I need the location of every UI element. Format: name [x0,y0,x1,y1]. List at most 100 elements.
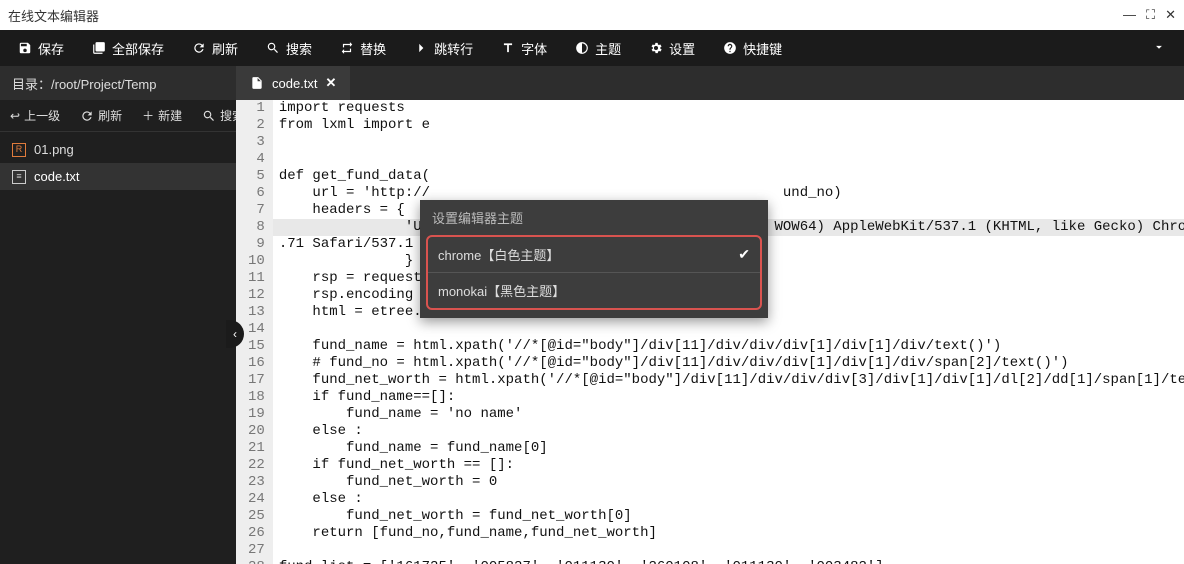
search-icon [266,41,280,55]
tab-code[interactable]: code.txt ✕ [236,66,350,100]
save-label: 保存 [38,39,64,58]
code-line[interactable]: def get_fund_data( [273,168,1184,185]
line-number: 7 [248,202,265,219]
tab-close-button[interactable]: ✕ [326,75,337,91]
goto-label: 跳转行 [434,39,473,58]
code-line[interactable] [273,542,1184,559]
line-number: 21 [248,440,265,457]
line-number: 2 [248,117,265,134]
code-line[interactable]: fund_name = html.xpath('//*[@id="body"]/… [273,338,1184,355]
code-editor[interactable]: 1234567891011121314151617181920212223242… [236,100,1184,564]
theme-option[interactable]: chrome【白色主题】✔ [428,237,760,273]
refresh-label: 刷新 [212,39,238,58]
code-line[interactable] [273,134,1184,151]
file-item[interactable]: R 01.png [0,136,236,163]
line-number: 24 [248,491,265,508]
shortcuts-label: 快捷键 [743,39,782,58]
sidebar-up-button[interactable]: ↩ 上一级 [0,100,70,131]
file-icon [250,76,264,90]
line-number: 3 [248,134,265,151]
file-name: code.txt [34,169,80,184]
refresh-icon [80,109,94,123]
help-icon [723,41,737,55]
code-line[interactable]: from lxml import e [273,117,1184,134]
title-bar: 在线文本编辑器 — ⛶ ✕ [0,0,1184,30]
code-line[interactable]: if fund_name==[]: [273,389,1184,406]
file-list: R 01.png ≡ code.txt [0,132,236,564]
code-line[interactable]: else : [273,423,1184,440]
window-title: 在线文本编辑器 [8,6,99,25]
settings-button[interactable]: 设置 [635,30,709,66]
maximize-button[interactable]: ⛶ [1146,7,1155,23]
code-area[interactable]: import requestsfrom lxml import e def get… [273,100,1184,564]
code-line[interactable] [273,321,1184,338]
sidebar-refresh-label: 刷新 [98,107,122,124]
code-line[interactable]: fund_net_worth = fund_net_worth[0] [273,508,1184,525]
popup-title: 设置编辑器主题 [420,200,768,235]
save-icon [18,41,32,55]
save-all-button[interactable]: 全部保存 [78,30,178,66]
shortcuts-button[interactable]: 快捷键 [709,30,796,66]
sidebar-toolbar: ↩ 上一级 刷新 ＋ 新建 搜索 [0,100,236,132]
popup-options: chrome【白色主题】✔monokai【黑色主题】 [426,235,762,310]
line-number: 22 [248,457,265,474]
search-button[interactable]: 搜索 [252,30,326,66]
search-icon [202,109,216,123]
code-line[interactable]: fund_name = 'no name' [273,406,1184,423]
code-line[interactable]: # fund_no = html.xpath('//*[@id="body"]/… [273,355,1184,372]
line-number: 28 [248,559,265,564]
line-number: 8 [248,219,265,236]
theme-button[interactable]: 主题 [561,30,635,66]
save-button[interactable]: 保存 [4,30,78,66]
path-label: 目录：/root/Project/Temp [0,66,236,100]
line-number: 4 [248,151,265,168]
line-number: 19 [248,406,265,423]
theme-option[interactable]: monokai【黑色主题】 [428,273,760,308]
file-item[interactable]: ≡ code.txt [0,163,236,190]
chevron-down-icon [1152,40,1166,54]
line-number: 20 [248,423,265,440]
code-line[interactable]: fund_net_worth = 0 [273,474,1184,491]
toolbar-more-button[interactable] [1138,40,1180,57]
code-line[interactable]: if fund_net_worth == []: [273,457,1184,474]
code-line[interactable]: fund_name = fund_name[0] [273,440,1184,457]
code-line[interactable]: fund_list = ['161725' '005827' '011130' … [273,559,1184,564]
file-name: 01.png [34,142,74,157]
line-number: 17 [248,372,265,389]
font-button[interactable]: 字体 [487,30,561,66]
replace-label: 替换 [360,39,386,58]
tab-filename: code.txt [272,76,318,91]
sidebar-refresh-button[interactable]: 刷新 [70,100,132,131]
goto-button[interactable]: 跳转行 [400,30,487,66]
goto-icon [414,41,428,55]
sidebar-new-button[interactable]: ＋ 新建 [132,100,192,131]
text-file-icon: ≡ [12,170,26,184]
refresh-icon [192,41,206,55]
replace-button[interactable]: 替换 [326,30,400,66]
line-number: 14 [248,321,265,338]
save-all-icon [92,41,106,55]
image-file-icon: R [12,143,26,157]
minimize-button[interactable]: — [1123,7,1136,23]
code-line[interactable] [273,151,1184,168]
plus-icon: ＋ [142,107,154,124]
refresh-button[interactable]: 刷新 [178,30,252,66]
window-controls: — ⛶ ✕ [1123,7,1176,23]
line-number: 6 [248,185,265,202]
settings-label: 设置 [669,39,695,58]
line-number: 11 [248,270,265,287]
line-number: 10 [248,253,265,270]
sidebar-new-label: 新建 [158,107,182,124]
line-number: 1 [248,100,265,117]
sub-bar: 目录：/root/Project/Temp code.txt ✕ [0,66,1184,100]
font-label: 字体 [521,39,547,58]
code-line[interactable]: else : [273,491,1184,508]
code-line[interactable]: return [fund_no,fund_name,fund_net_worth… [273,525,1184,542]
code-line[interactable]: fund_net_worth = html.xpath('//*[@id="bo… [273,372,1184,389]
code-line[interactable]: import requests [273,100,1184,117]
line-number: 25 [248,508,265,525]
sidebar: ↩ 上一级 刷新 ＋ 新建 搜索 R 01.png ≡ code.txt [0,100,236,564]
line-number: 26 [248,525,265,542]
line-number: 9 [248,236,265,253]
close-button[interactable]: ✕ [1165,7,1176,23]
